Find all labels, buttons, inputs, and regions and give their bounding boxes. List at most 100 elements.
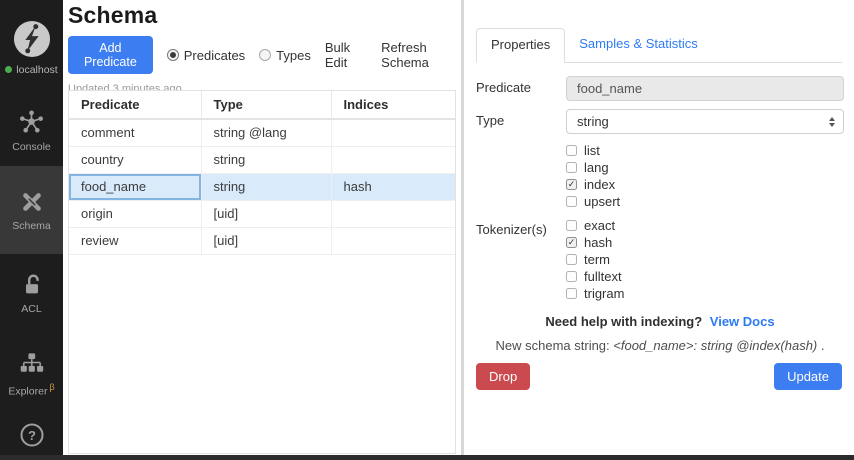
radio-types-label: Types (276, 48, 311, 63)
radio-types[interactable]: Types (259, 48, 311, 63)
action-buttons: Drop Update (476, 363, 844, 390)
cell-indices[interactable] (331, 119, 455, 146)
bulk-edit-button[interactable]: Bulk Edit (325, 40, 367, 70)
checkbox-icon (566, 254, 577, 265)
sidebar-item-schema[interactable]: Schema (0, 166, 63, 254)
radio-predicates-label: Predicates (184, 48, 245, 63)
column-header-predicate: Predicate (69, 91, 201, 119)
sitemap-icon (18, 350, 45, 377)
properties-pane: Properties Samples & Statistics Predicat… (464, 0, 854, 460)
crossed-pencils-icon (19, 189, 45, 215)
type-select[interactable]: string (566, 109, 844, 134)
predicate-input (566, 76, 844, 101)
cell-type[interactable]: [uid] (201, 200, 331, 227)
checkbox-label: exact (584, 218, 615, 233)
sidebar-item-label: Explorerβ (8, 382, 54, 398)
cell-indices[interactable] (331, 200, 455, 227)
checkbox-label: fulltext (584, 269, 622, 284)
checkbox-icon (566, 145, 577, 156)
checkbox-label: lang (584, 160, 609, 175)
connection-host[interactable]: localhost (0, 0, 63, 95)
cell-predicate[interactable]: country (69, 146, 201, 173)
cell-type[interactable]: string (201, 173, 331, 200)
table-row-origin[interactable]: origin [uid] (69, 200, 455, 227)
sidebar-item-console[interactable]: Console (0, 95, 63, 166)
checkbox-lang[interactable]: lang (566, 161, 844, 174)
tab-samples-statistics[interactable]: Samples & Statistics (565, 28, 712, 62)
type-field-label: Type (476, 109, 566, 134)
radio-predicates[interactable]: Predicates (167, 48, 245, 63)
cell-type[interactable]: string @lang (201, 119, 331, 146)
window-bottom-edge (0, 455, 854, 460)
view-docs-link[interactable]: View Docs (710, 314, 775, 329)
predicates-table: Predicate Type Indices comment string @l… (69, 91, 455, 255)
checkbox-term[interactable]: term (566, 253, 844, 266)
checkbox-label: term (584, 252, 610, 267)
checkbox-icon (566, 220, 577, 231)
schema-string-prefix: New schema string: (496, 338, 614, 353)
checkbox-upsert[interactable]: upsert (566, 195, 844, 208)
page-title: Schema (68, 2, 461, 29)
flags-spacer (476, 142, 566, 208)
checkbox-icon (566, 162, 577, 173)
checkbox-label: index (584, 177, 615, 192)
checkbox-icon (566, 237, 577, 248)
sidebar: localhost Console (0, 0, 63, 460)
sidebar-item-label: Schema (12, 220, 51, 232)
new-schema-string: New schema string: <food_name>: string @… (476, 338, 844, 353)
schema-string-suffix: . (817, 338, 824, 353)
type-flags-group: list lang index upsert (566, 142, 844, 208)
add-predicate-button[interactable]: Add Predicate (68, 36, 153, 74)
checkbox-trigram[interactable]: trigram (566, 287, 844, 300)
table-row-food-name[interactable]: food_name string hash (69, 173, 455, 200)
sidebar-item-help[interactable]: ? (0, 415, 63, 460)
column-header-type: Type (201, 91, 331, 119)
cell-indices[interactable] (331, 227, 455, 254)
svg-text:?: ? (28, 428, 36, 443)
sidebar-item-acl[interactable]: ACL (0, 254, 63, 333)
cell-predicate[interactable]: comment (69, 119, 201, 146)
refresh-schema-button[interactable]: Refresh Schema (381, 40, 461, 70)
cell-predicate[interactable]: origin (69, 200, 201, 227)
schema-toolbar: Add Predicate Predicates Types Bulk Edit… (68, 36, 461, 74)
column-header-indices: Indices (331, 91, 455, 119)
checkbox-fulltext[interactable]: fulltext (566, 270, 844, 283)
schema-pane: Schema Add Predicate Predicates Types Bu… (63, 0, 461, 460)
question-mark-icon: ? (18, 421, 46, 454)
cell-type[interactable]: [uid] (201, 227, 331, 254)
panel-tabs: Properties Samples & Statistics (476, 28, 842, 63)
checkbox-hash[interactable]: hash (566, 236, 844, 249)
checkbox-list[interactable]: list (566, 144, 844, 157)
checkbox-icon (566, 271, 577, 282)
beta-badge: β (49, 382, 54, 392)
checkbox-label: upsert (584, 194, 620, 209)
sidebar-item-label: Console (12, 141, 51, 153)
table-header-row: Predicate Type Indices (69, 91, 455, 119)
checkbox-label: trigram (584, 286, 624, 301)
indexing-help-text: Need help with indexing? (545, 314, 702, 329)
connection-status-dot (5, 66, 12, 73)
drop-button[interactable]: Drop (476, 363, 530, 390)
cell-type[interactable]: string (201, 146, 331, 173)
table-row-comment[interactable]: comment string @lang (69, 119, 455, 146)
cell-predicate[interactable]: food_name (69, 173, 201, 200)
cell-predicate[interactable]: review (69, 227, 201, 254)
checkbox-index[interactable]: index (566, 178, 844, 191)
cell-indices[interactable] (331, 146, 455, 173)
graph-network-icon (18, 109, 45, 136)
checkbox-label: list (584, 143, 600, 158)
dgraph-logo-icon (13, 20, 51, 58)
connection-label: localhost (16, 64, 57, 76)
cell-indices[interactable]: hash (331, 173, 455, 200)
checkbox-icon (566, 196, 577, 207)
sidebar-item-label: ACL (21, 303, 41, 315)
unlocked-padlock-icon (19, 272, 45, 298)
update-button[interactable]: Update (774, 363, 842, 390)
table-row-review[interactable]: review [uid] (69, 227, 455, 254)
type-select-value: string (577, 114, 829, 129)
checkbox-icon (566, 288, 577, 299)
sidebar-item-explorer[interactable]: Explorerβ (0, 333, 63, 415)
table-row-country[interactable]: country string (69, 146, 455, 173)
tab-properties[interactable]: Properties (476, 28, 565, 63)
checkbox-exact[interactable]: exact (566, 219, 844, 232)
